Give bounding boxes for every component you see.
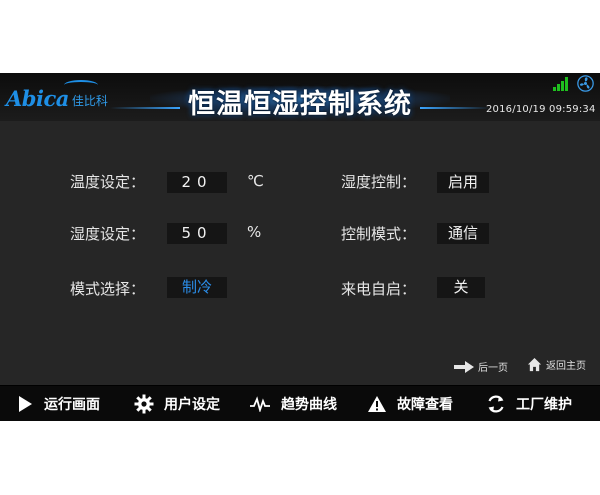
humidity-set-input[interactable]: 50: [167, 223, 227, 244]
brand-logo: Abica 佳比科: [6, 80, 108, 111]
play-icon: [19, 396, 32, 412]
mode-select-dropdown[interactable]: 制冷: [167, 277, 227, 298]
page-title: 恒温恒湿控制系统: [188, 89, 412, 120]
bottom-nav-bar: 运行画面 用户设定 趋势曲线 故障查看 工厂维护: [0, 385, 600, 421]
logo-chinese: 佳比科: [71, 94, 108, 108]
refresh-icon: [488, 395, 504, 413]
home-label: 返回主页: [546, 361, 586, 372]
control-mode-label: 控制模式：: [341, 225, 417, 243]
nav-run-screen-label: 运行画面: [44, 397, 100, 413]
next-page-label: 后一页: [478, 363, 508, 374]
nav-trend-curve[interactable]: 趋势曲线: [249, 386, 337, 421]
auto-restart-label: 来电自启：: [341, 280, 417, 298]
header-bar: Abica 佳比科 恒温恒湿控制系统 2016/10/19 09:59:34: [0, 73, 600, 121]
title-banner: 恒温恒湿控制系统: [110, 76, 490, 120]
nav-user-settings-label: 用户设定: [164, 397, 220, 413]
signal-strength-icon: [553, 77, 568, 91]
logo-latin: Abica: [6, 86, 69, 111]
next-page-button[interactable]: 后一页: [454, 359, 508, 374]
temp-set-input[interactable]: 20: [167, 172, 227, 193]
mode-select-label: 模式选择：: [70, 280, 146, 298]
nav-trend-curve-label: 趋势曲线: [281, 397, 337, 413]
warning-icon: [368, 396, 386, 412]
nav-fault-check[interactable]: 故障查看: [367, 386, 453, 421]
home-button[interactable]: 返回主页: [527, 357, 586, 372]
nav-factory-maintenance[interactable]: 工厂维护: [486, 386, 572, 421]
fan-icon: [577, 75, 594, 92]
gear-icon: [134, 394, 154, 414]
humidity-control-label: 湿度控制：: [341, 173, 417, 191]
nav-factory-maintenance-label: 工厂维护: [516, 397, 572, 413]
logo-swoosh: [64, 80, 98, 90]
humidity-unit: %: [247, 223, 262, 241]
nav-fault-check-label: 故障查看: [397, 397, 453, 413]
arrow-right-icon: [454, 360, 474, 373]
control-mode-select[interactable]: 通信: [437, 223, 489, 244]
humidity-control-toggle[interactable]: 启用: [437, 172, 489, 193]
humidity-set-label: 湿度设定：: [70, 225, 146, 243]
auto-restart-toggle[interactable]: 关: [437, 277, 485, 298]
datetime-readout: 2016/10/19 09:59:34: [486, 104, 596, 115]
temp-unit: ℃: [247, 172, 264, 190]
temp-set-label: 温度设定：: [70, 173, 146, 191]
trend-wave-icon: [250, 396, 270, 412]
nav-user-settings[interactable]: 用户设定: [134, 386, 220, 421]
home-icon: [527, 357, 542, 372]
nav-run-screen[interactable]: 运行画面: [16, 386, 100, 421]
hmi-screen: Abica 佳比科 恒温恒湿控制系统 2016/10/19 09:59:34 温…: [0, 73, 600, 421]
